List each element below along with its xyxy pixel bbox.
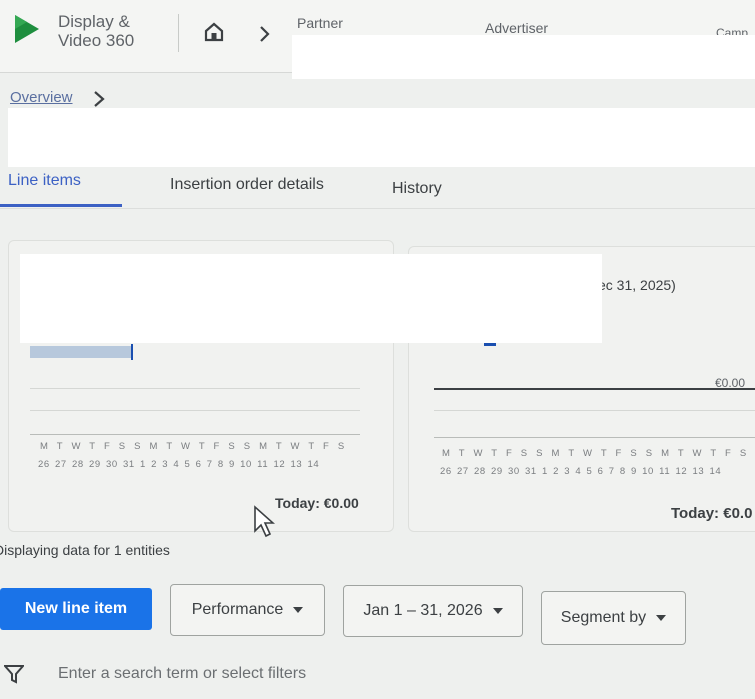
chevron-right-icon (260, 26, 270, 42)
chart-axis (30, 434, 360, 435)
header-divider (178, 14, 179, 52)
pacing-marker (131, 344, 133, 360)
tab-history[interactable]: History (392, 180, 442, 198)
product-name-line2: Video 360 (58, 31, 135, 50)
segment-by-label: Segment by (560, 609, 647, 626)
gridline (30, 410, 360, 411)
redacted-entity-selector (292, 35, 755, 79)
product-name-line1: Display & (58, 12, 130, 31)
date-labels: 26 27 28 29 30 31 1 2 3 4 5 6 7 8 9 10 1… (38, 459, 320, 470)
performance-label: Performance (191, 601, 284, 618)
tabs-divider (0, 208, 755, 209)
weekday-labels: M T W T F S S M T W T F S S M T W T F S (40, 441, 348, 452)
advertiser-label: Advertiser (485, 20, 549, 36)
tab-insertion-order-details[interactable]: Insertion order details (170, 176, 324, 194)
chevron-down-icon (293, 607, 304, 613)
today-spend-left: Today: €0.00 (275, 495, 359, 511)
redacted-insertion-order-title (8, 108, 755, 167)
date-labels: 26 27 28 29 30 31 1 2 3 4 5 6 7 8 9 10 1… (440, 466, 722, 477)
breadcrumb-chevron-icon (94, 91, 105, 107)
budget-line (434, 388, 755, 390)
weekday-labels: M T W T F S S M T W T F S S M T W T F S (442, 448, 750, 459)
dv360-logo-icon[interactable] (12, 12, 42, 46)
performance-dropdown[interactable]: Performance (170, 584, 325, 636)
overview-link[interactable]: Overview (10, 89, 73, 106)
new-line-item-label: New line item (24, 600, 128, 617)
entities-status: Displaying data for 1 entities (0, 542, 170, 558)
product-name: Display & Video 360 (58, 12, 134, 50)
chevron-down-icon (656, 615, 667, 621)
active-tab-indicator (0, 204, 122, 207)
partner-label: Partner (297, 15, 343, 31)
chevron-down-icon (492, 608, 503, 614)
segment-by-dropdown[interactable]: Segment by (541, 591, 686, 645)
date-range-text: ec 31, 2025) (598, 277, 676, 293)
date-range-dropdown[interactable]: Jan 1 – 31, 2026 (343, 585, 523, 637)
new-line-item-button[interactable]: New line item (0, 588, 152, 630)
search-input[interactable] (58, 665, 558, 683)
chart-axis (434, 437, 755, 438)
today-spend-right: Today: €0.0 (671, 505, 753, 522)
tab-line-items[interactable]: Line items (8, 172, 81, 190)
home-icon[interactable] (202, 20, 226, 44)
redacted-card-header (20, 254, 602, 343)
filter-icon[interactable] (4, 664, 24, 684)
pacing-bar (30, 346, 132, 358)
mouse-cursor-icon (254, 505, 275, 538)
date-range-label: Jan 1 – 31, 2026 (363, 602, 483, 619)
gridline (434, 410, 755, 411)
gridline (30, 388, 360, 389)
